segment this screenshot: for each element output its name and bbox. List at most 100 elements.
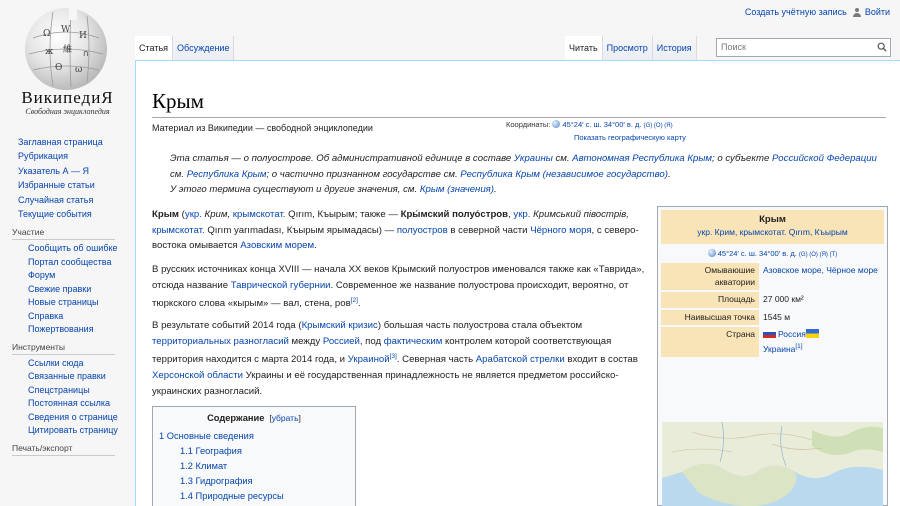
- link-ukr[interactable]: укр.: [185, 209, 202, 220]
- text: Qırım, Къырым; также —: [285, 209, 401, 220]
- link-black-sea[interactable]: Чёрного моря: [530, 225, 591, 236]
- infobox-value: 1545 м: [763, 311, 791, 322]
- sidebar-participation-nav: Сообщить об ошибке Портал сообщества Фор…: [0, 243, 135, 336]
- link-azov-sea[interactable]: Азовским морем: [240, 240, 314, 251]
- toc-label: Климат: [195, 461, 228, 471]
- link-russia[interactable]: Россией: [323, 336, 360, 347]
- crimea-map-image[interactable]: [662, 422, 883, 506]
- tab-view-source[interactable]: Просмотр: [602, 36, 653, 60]
- toc-item[interactable]: 1 Основные сведения: [159, 429, 349, 444]
- text: входит в состав: [564, 354, 638, 366]
- puzzle-globe-icon: Ω WИ ж維 ก Ѳω: [25, 8, 107, 90]
- reference-link[interactable]: [2]: [351, 297, 358, 304]
- link-russia[interactable]: Россия: [778, 329, 806, 339]
- sidebar-item-page-info[interactable]: Сведения о странице: [28, 412, 118, 422]
- sidebar-item-donate[interactable]: Пожертвования: [28, 324, 94, 334]
- toc-hide-link[interactable]: убрать: [272, 413, 299, 423]
- coordinates-link[interactable]: 45°24′ с. ш. 34°00′ в. д.: [562, 120, 641, 129]
- infobox-coordinates: 45°24′ с. ш. 34°00′ в. д. (G) (O) (Я) (Т…: [658, 248, 887, 261]
- create-account-link[interactable]: Создать учётную запись: [745, 7, 847, 17]
- infobox-subtitle[interactable]: укр. Крим, крымскотат. Qırım, Къырым: [661, 226, 884, 239]
- sidebar-item-new-pages[interactable]: Новые страницы: [28, 297, 99, 307]
- sidebar-item-current-events[interactable]: Текущие события: [18, 209, 92, 219]
- link-crimtat[interactable]: крымскотат.: [152, 225, 205, 236]
- infobox-row: Площадь 27 000 км²: [661, 292, 884, 308]
- globe-icon[interactable]: [552, 120, 561, 128]
- sidebar-item-featured[interactable]: Избранные статьи: [18, 180, 95, 190]
- toc-heading: Содержание [убрать]: [207, 413, 301, 423]
- sidebar-heading-print-export[interactable]: Печать/экспорт: [12, 443, 115, 456]
- title-divider: [152, 117, 886, 118]
- infobox-coordinates-link[interactable]: 45°24′ с. ш. 34°00′ в. д.: [718, 249, 797, 258]
- text: Qırım yarımadası, Къырым ярымадасы) —: [204, 224, 397, 236]
- hatnote-text: .: [493, 184, 497, 196]
- sidebar-item-community-portal[interactable]: Портал сообщества: [28, 257, 111, 267]
- hatnote-text: ; о частично признанном государстве см.: [266, 168, 461, 180]
- sidebar-heading-tools[interactable]: Инструменты: [12, 342, 115, 355]
- link-crimtat[interactable]: крымскотат.: [233, 209, 286, 220]
- svg-text:И: И: [79, 31, 87, 41]
- link-de-facto[interactable]: фактическим: [384, 336, 443, 347]
- infobox-row: Страна Россия Украина[1]: [661, 327, 884, 357]
- hatnote-text: см.: [552, 153, 573, 164]
- link-ukraine[interactable]: Украина: [763, 343, 795, 353]
- reference-link[interactable]: [3]: [390, 353, 397, 360]
- user-icon: [852, 7, 861, 17]
- tab-article[interactable]: Статья: [135, 36, 174, 60]
- sidebar-item-recent-changes[interactable]: Свежие правки: [28, 284, 91, 294]
- link-peninsula[interactable]: полуостров: [397, 225, 448, 236]
- toc-item[interactable]: 1.4 Природные ресурсы: [159, 489, 349, 504]
- reference-link[interactable]: [1]: [795, 343, 802, 350]
- toc-label: География: [195, 446, 242, 456]
- sidebar-item-random[interactable]: Случайная статья: [18, 195, 93, 205]
- toc-label: Основные сведения: [166, 431, 254, 441]
- show-map-link[interactable]: Показать географическую карту: [574, 133, 686, 142]
- hatnote-text: см.: [170, 168, 187, 180]
- login-link[interactable]: Войти: [865, 7, 890, 17]
- sidebar-item-main-page[interactable]: Заглавная страница: [18, 137, 103, 147]
- hatnote-text: Эта статья — о полуострове. Об администр…: [170, 153, 514, 164]
- link-ukr[interactable]: укр.: [513, 209, 530, 220]
- link-crimean-crisis[interactable]: Крымский кризис: [302, 320, 378, 331]
- tab-history[interactable]: История: [652, 36, 697, 60]
- toc-number: 1.4: [180, 491, 193, 501]
- infobox-value[interactable]: Азовское море, Чёрное море: [759, 263, 884, 290]
- link-ukraine[interactable]: Украиной: [348, 354, 390, 365]
- infobox-value: Россия Украина[1]: [759, 327, 884, 357]
- link-arabat-spit[interactable]: Арабатской стрелки: [476, 354, 565, 365]
- sidebar-heading-participation[interactable]: Участие: [12, 227, 115, 241]
- link-disambiguation[interactable]: Крым (значения): [420, 184, 494, 195]
- sidebar-item-categories[interactable]: Рубрикация: [18, 151, 68, 161]
- globe-icon[interactable]: [707, 249, 716, 257]
- link-republic-of-crimea[interactable]: Республика Крым: [187, 169, 267, 180]
- search-icon[interactable]: [877, 42, 887, 52]
- search-input[interactable]: Поиск: [716, 38, 891, 57]
- svg-text:Ѳ: Ѳ: [55, 63, 62, 73]
- toc-item[interactable]: 1.2 Климат: [159, 459, 349, 474]
- sidebar-item-permanent-link[interactable]: Постоянная ссылка: [28, 398, 110, 408]
- link-territorial-disputes[interactable]: территориальных разногласий: [152, 336, 289, 347]
- sidebar-item-report-error[interactable]: Сообщить об ошибке: [28, 243, 118, 253]
- sidebar-item-cite-page[interactable]: Цитировать страницу: [28, 425, 118, 435]
- toc-item[interactable]: 1.3 Гидрография: [159, 474, 349, 489]
- sidebar-item-forum[interactable]: Форум: [28, 270, 55, 280]
- coordinates-map-refs[interactable]: (G) (O) (Я): [644, 123, 673, 129]
- sidebar-item-what-links-here[interactable]: Ссылки сюда: [28, 358, 84, 368]
- link-ukraine[interactable]: Украины: [514, 153, 553, 164]
- paragraph-name-origin: В русских источниках конца XVIII — начал…: [152, 262, 650, 312]
- link-russian-federation[interactable]: Российской Федерации: [772, 153, 877, 164]
- toc-item[interactable]: 1.1 География: [159, 444, 349, 459]
- sidebar-item-index[interactable]: Указатель А — Я: [18, 166, 89, 176]
- link-taurida-governorate[interactable]: Таврической губернии: [231, 280, 331, 291]
- infobox-coordinates-refs[interactable]: (G) (O) (Я) (Т): [799, 252, 837, 258]
- sidebar-item-help[interactable]: Справка: [28, 311, 63, 321]
- tab-talk[interactable]: Обсуждение: [173, 36, 235, 60]
- sidebar-item-special-pages[interactable]: Спецстраницы: [28, 385, 90, 395]
- wikipedia-logo[interactable]: Ω WИ ж維 ก Ѳω ВикипедиЯ Свободная энциклопе…: [0, 0, 135, 125]
- text: Кримський півострів,: [530, 209, 629, 220]
- sidebar-item-related-changes[interactable]: Связанные правки: [28, 371, 106, 381]
- link-independent-state[interactable]: Республика Крым (независимое государство…: [460, 169, 668, 180]
- link-autonomous-republic[interactable]: Автономная Республика Крым: [572, 153, 712, 164]
- link-kherson-oblast[interactable]: Херсонской области: [152, 370, 243, 381]
- tab-read[interactable]: Читать: [565, 36, 603, 60]
